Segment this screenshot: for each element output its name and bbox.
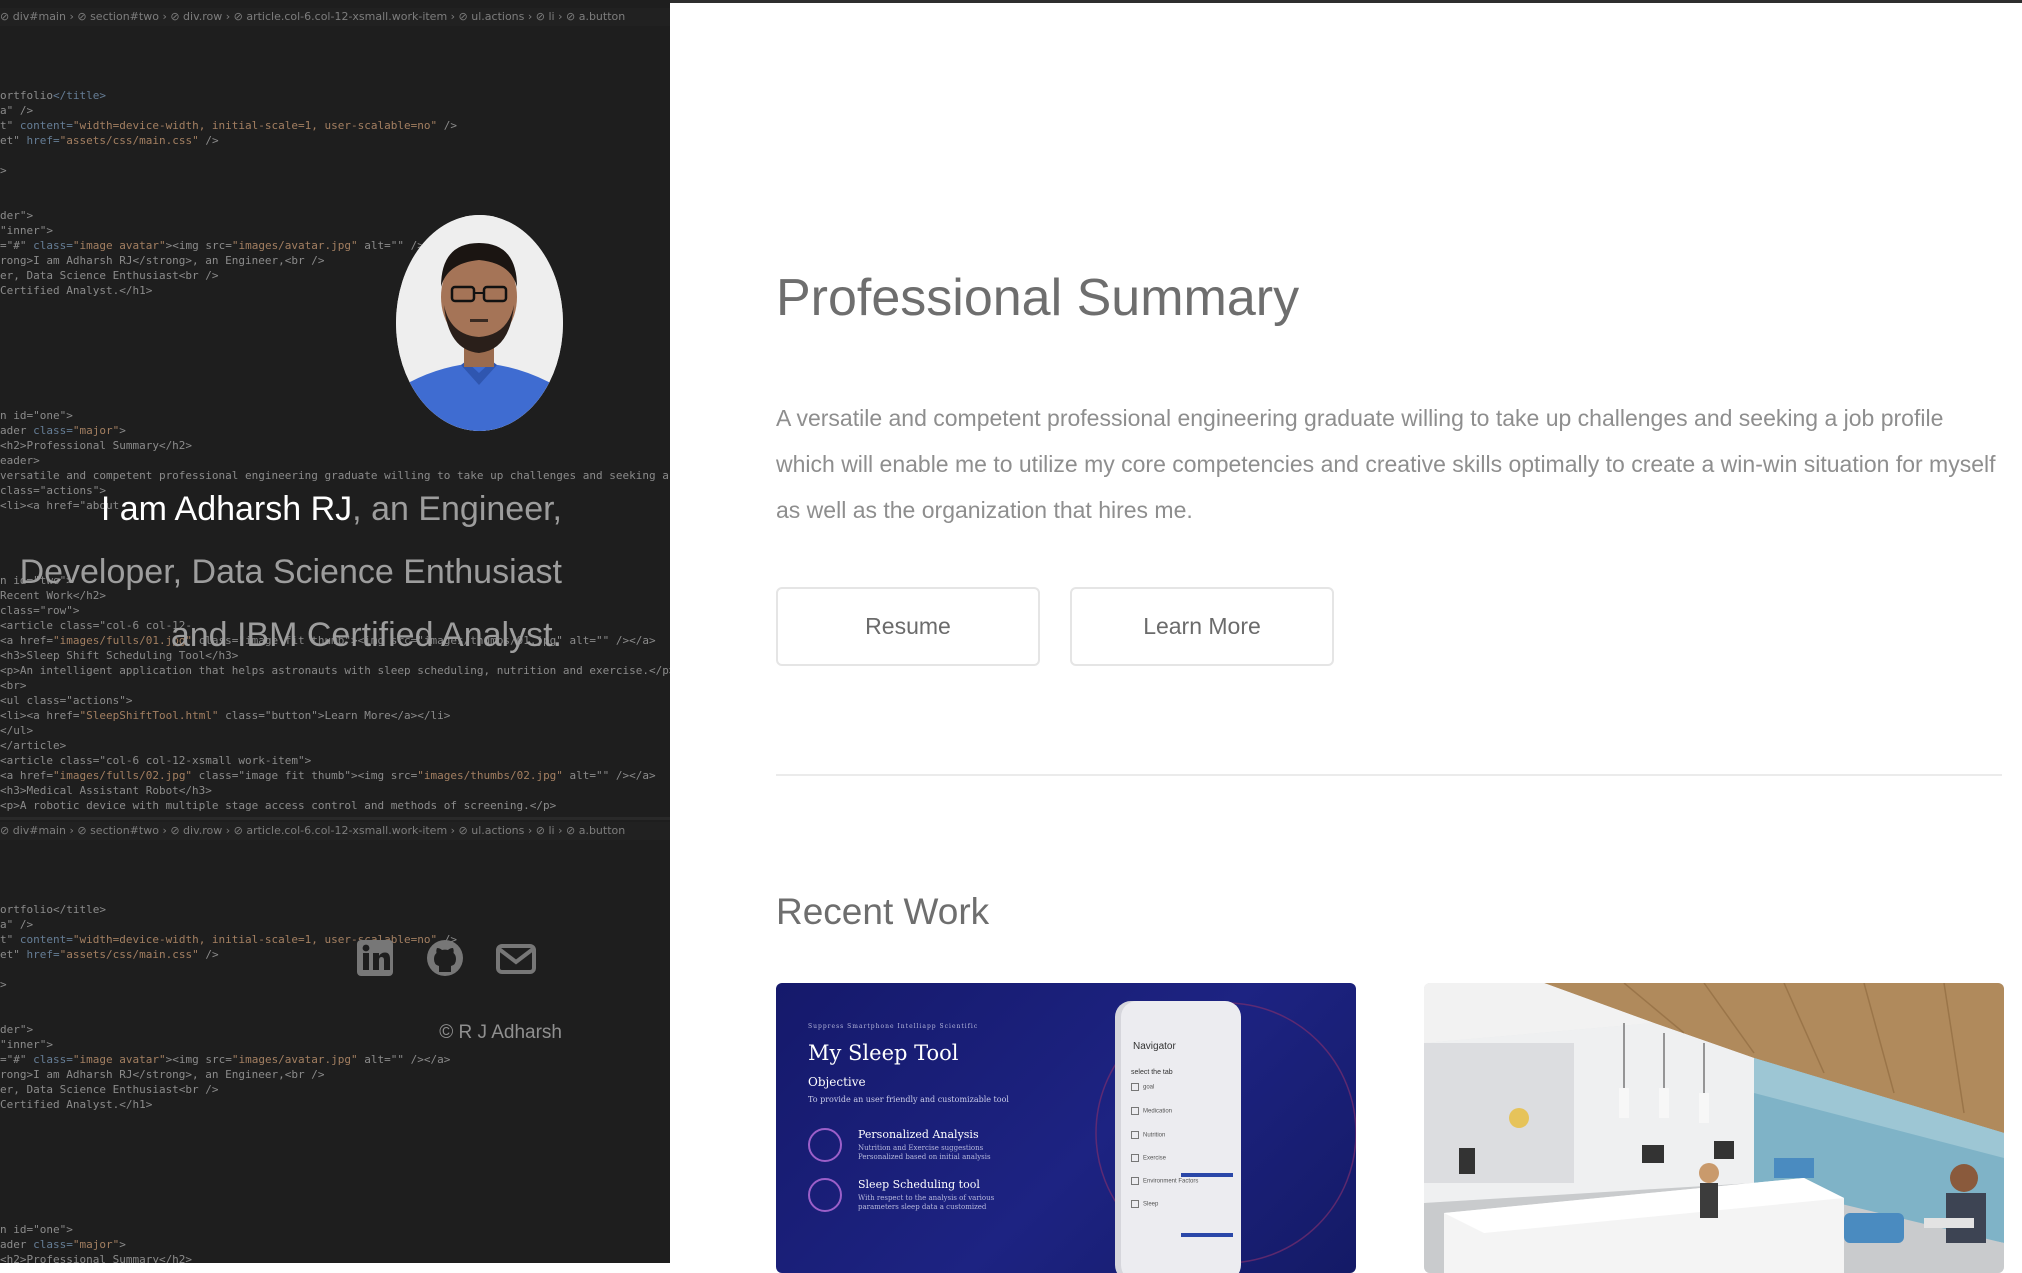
thumb-objective-text: To provide an user friendly and customiz…: [808, 1095, 1009, 1104]
intro-text-3: and IBM Certified Analyst.: [170, 616, 562, 654]
work-thumbnail-sleep-tool[interactable]: Suppress Smartphone Intelliapp Scientifi…: [776, 983, 1356, 1273]
hospital-scene-image: [1424, 983, 2004, 1273]
intro-text-2: Developer, Data Science Enthusiast: [19, 553, 562, 591]
sidebar: ⊘ div#main › ⊘ section#two › ⊘ div.row ›…: [0, 0, 670, 1263]
thumb-nav-text: Suppress Smartphone Intelliapp Scientifi…: [808, 1023, 979, 1030]
envelope-icon[interactable]: [495, 938, 536, 978]
intro-heading: I am Adharsh RJ, an Engineer, Developer,…: [0, 478, 562, 667]
avatar[interactable]: [396, 215, 563, 431]
main-content: Professional Summary A versatile and com…: [776, 0, 2004, 1273]
github-icon[interactable]: [425, 938, 465, 978]
linkedin-icon[interactable]: [355, 938, 395, 978]
gear-icon: [808, 1178, 842, 1212]
thumb-objective-label: Objective: [808, 1075, 866, 1089]
phone-mockup: Navigator select the tab goal Medication…: [1121, 1001, 1241, 1273]
social-icons: [355, 938, 536, 978]
intro-name: I am Adharsh RJ: [100, 490, 353, 528]
work-thumbnail-medical-robot[interactable]: [1424, 983, 2004, 1273]
summary-text: A versatile and competent professional e…: [776, 405, 1996, 523]
thumb-title: My Sleep Tool: [808, 1041, 959, 1065]
section-title-summary: Professional Summary: [776, 269, 1300, 327]
feature-icon: [808, 1128, 842, 1162]
copyright: © R J Adharsh: [439, 1022, 562, 1043]
section-divider: [776, 774, 2002, 776]
intro-text-1: , an Engineer,: [352, 490, 562, 528]
learn-more-button[interactable]: Learn More: [1070, 587, 1334, 666]
resume-button[interactable]: Resume: [776, 587, 1040, 666]
section-title-recent-work: Recent Work: [776, 891, 990, 932]
